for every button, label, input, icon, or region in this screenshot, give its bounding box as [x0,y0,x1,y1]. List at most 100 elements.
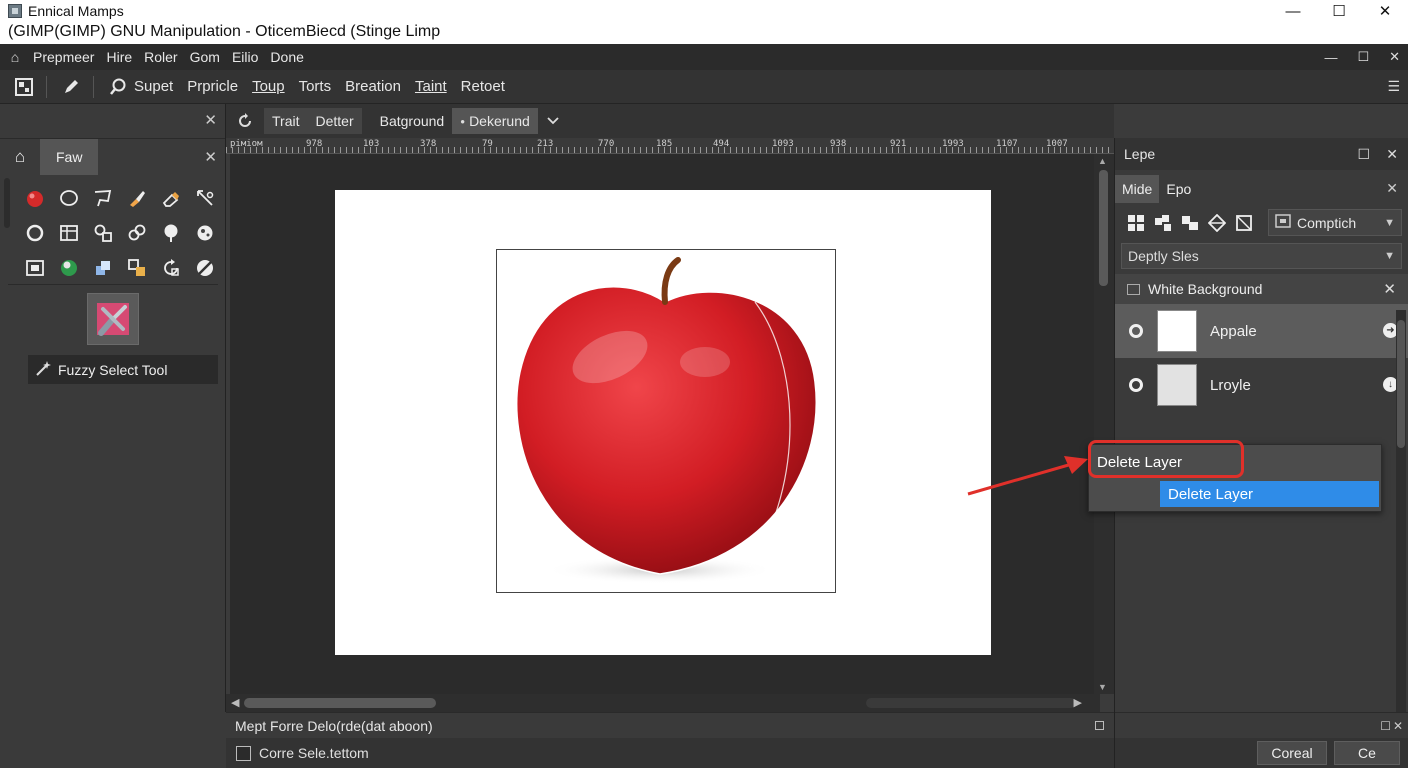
close-icon[interactable]: ✕ [1393,719,1403,733]
main-toolbar: Supet Prpricle Toup Torts Breation Taint… [0,70,1408,104]
diamond-icon[interactable] [1208,214,1226,232]
tab-dekerund[interactable]: ● Dekerund [452,108,538,134]
tab-trait[interactable]: Trait [264,108,308,134]
blend-mode-dropdown[interactable]: Comptich ▼ [1268,209,1402,236]
layout-icon[interactable] [12,75,36,99]
square-icon[interactable]: ☐ [1380,719,1391,733]
tab-faw[interactable]: Faw [40,138,99,175]
layer-row[interactable]: Lroyle ↓ [1115,358,1408,412]
free-select-icon[interactable] [86,180,120,215]
maximize-icon[interactable]: ☐ [1357,146,1370,163]
close-icon[interactable]: ✕ [204,148,217,166]
image-close-button[interactable]: ✕ [1389,49,1400,65]
layer-name: Appale [1210,322,1257,340]
image-maximize-button[interactable]: ☐ [1357,49,1369,65]
eraser-icon[interactable] [154,180,188,215]
corre-selection-checkbox[interactable] [236,745,251,761]
toolbar-item-toup[interactable]: Toup [248,78,295,95]
opacity-dropdown[interactable]: Deptly Sles ▼ [1121,243,1402,269]
rotate-icon[interactable] [154,250,188,285]
smudge-icon[interactable] [188,215,222,250]
close-icon[interactable]: ✕ [204,111,217,129]
canvas-horizontal-scrollbar[interactable]: ◀ ▶ [226,694,1100,712]
tab-batground[interactable]: Batground [372,108,453,134]
paint-ball-icon[interactable] [18,180,52,215]
maximize-button[interactable]: ☐ [1316,0,1362,22]
tab-mide[interactable]: Mide [1115,175,1160,203]
window-title-text: Ennical Mamps [28,3,124,19]
clone-icon[interactable] [86,215,120,250]
home-icon[interactable]: ⌂ [0,147,40,167]
grid-icon[interactable] [1127,214,1145,232]
brush-icon[interactable] [120,180,154,215]
close-icon[interactable]: ✕ [1386,146,1398,163]
ruler-label: ріміом [230,139,263,149]
layer-group-name: White Background [1148,281,1263,297]
circle-tool-icon[interactable] [18,215,52,250]
menu-item-prepmeer[interactable]: Prepmeer [30,49,103,65]
close-icon[interactable]: ✕ [1383,280,1396,298]
tab-detter[interactable]: Detter [307,108,362,134]
search-icon[interactable] [106,75,130,99]
ok-button[interactable]: Ce [1334,741,1400,765]
canvas-vertical-scrollbar[interactable]: ▲ ▼ [1094,154,1114,694]
minimize-button[interactable]: — [1270,0,1316,22]
toolbar-item-retoet[interactable]: Retoet [457,78,515,95]
scroll-right-icon[interactable]: ▶ [1074,696,1082,709]
scroll-up-icon[interactable]: ▲ [1098,156,1107,166]
table-grid-icon[interactable] [52,215,86,250]
layer-row[interactable]: Appale ➜ [1115,304,1408,358]
refresh-icon[interactable] [226,113,264,129]
crop-icon[interactable] [18,250,52,285]
vertical-scroll-thumb[interactable] [1099,170,1108,286]
layers-scroll-thumb[interactable] [1397,320,1405,448]
layers-tool-icon[interactable] [86,250,120,285]
highlight-callout [1088,440,1244,478]
folder-icon [1127,283,1140,295]
ruler-label: 213 [537,139,554,149]
image-minimize-button[interactable]: — [1324,50,1337,65]
layer-tool-icons: Comptich ▼ [1115,206,1408,240]
tab-epo[interactable]: Epo [1159,175,1198,203]
heal-icon[interactable] [120,215,154,250]
crop-layer-icon[interactable] [1235,214,1253,232]
fuzzy-select-tool-icon[interactable] [87,293,139,345]
visibility-icon[interactable] [1129,324,1143,338]
visibility-icon[interactable] [1129,378,1143,392]
close-window-button[interactable]: ✕ [1362,0,1408,22]
toolbar-item-prpricle[interactable]: Prpricle [183,78,248,95]
mask-icon[interactable] [1181,214,1199,232]
ellipse-select-icon[interactable] [52,180,86,215]
horizontal-scroll-thumb[interactable] [244,698,436,708]
menu-item-roler[interactable]: Roler [141,49,186,65]
blend-icon[interactable] [188,250,222,285]
toolbar-item-supet[interactable]: Supet [130,78,183,95]
delete-layer-submenu-item[interactable]: Delete Layer [1160,481,1379,507]
color-ball-icon[interactable] [52,250,86,285]
hamburger-icon[interactable]: ☰ [1387,78,1400,95]
pencil-icon[interactable] [59,75,83,99]
menu-item-eilio[interactable]: Eilio [229,49,267,65]
layers-scrollbar[interactable] [1396,310,1406,714]
menu-item-hire[interactable]: Hire [103,49,141,65]
toolbar-item-taint[interactable]: Taint [411,78,457,95]
toolbar-item-torts[interactable]: Torts [295,78,342,95]
checker-icon[interactable] [1154,214,1172,232]
apple-image[interactable] [500,252,832,590]
toolbar-item-breation[interactable]: Breation [341,78,411,95]
move-icon[interactable] [120,250,154,285]
status-square-icon[interactable] [1095,721,1104,730]
dodge-icon[interactable] [154,215,188,250]
layer-group-row[interactable]: White Background ✕ [1115,274,1408,304]
menu-item-done[interactable]: Done [267,49,312,65]
chevron-down-icon[interactable] [542,108,564,134]
cancel-button[interactable]: Coreal [1257,741,1327,765]
menu-item-gom[interactable]: Gom [187,49,229,65]
scroll-down-icon[interactable]: ▼ [1098,682,1107,692]
home-icon[interactable]: ⌂ [0,49,30,65]
scroll-left-icon[interactable]: ◀ [231,696,239,709]
close-icon[interactable]: ✕ [1386,180,1398,197]
window-subtitle: (GIMP(GIMP) GNU Manipulation - OticemBie… [8,23,441,40]
toolbox-scrollbar[interactable] [4,178,10,228]
paths-icon[interactable] [188,180,222,215]
